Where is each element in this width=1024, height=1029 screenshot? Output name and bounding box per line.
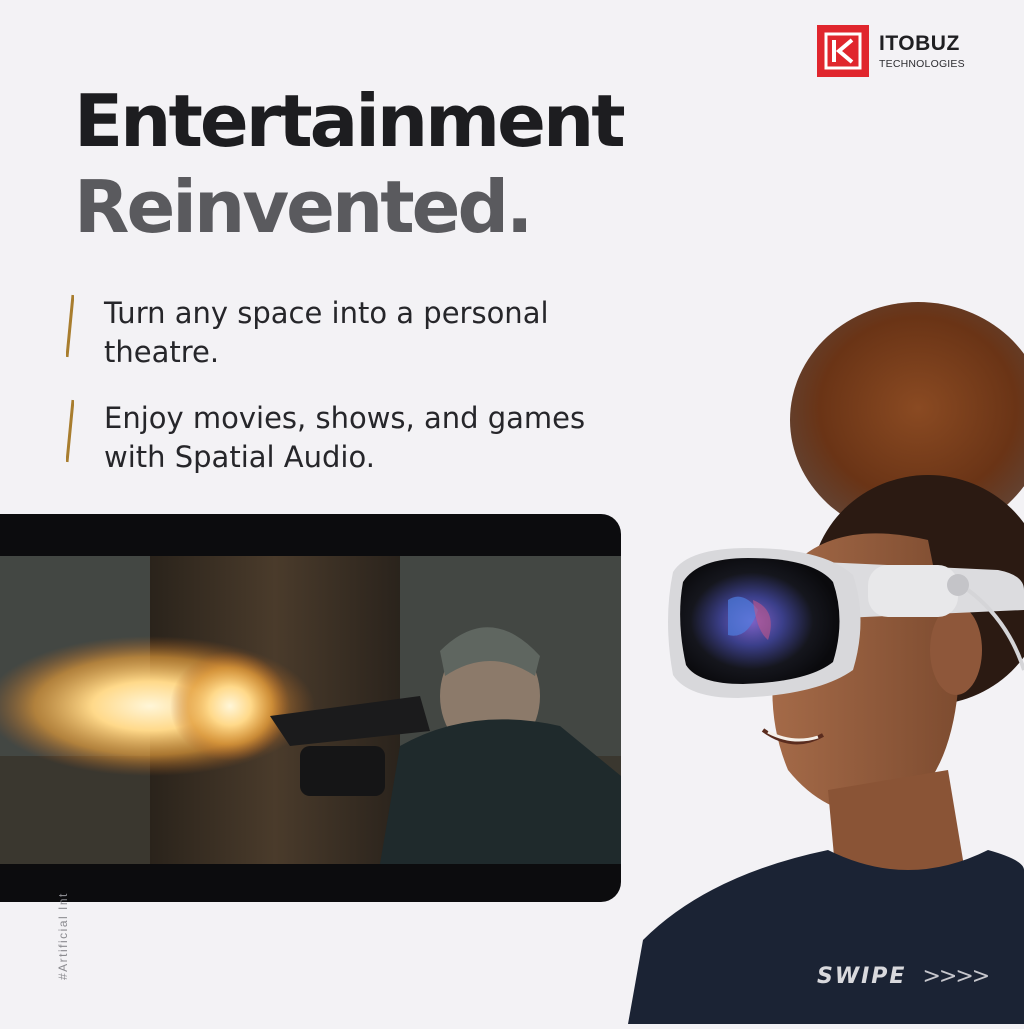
itobuz-logo-icon [817,25,869,77]
swipe-label: SWIPE [817,964,907,989]
video-frame [0,514,621,902]
feature-bullet-text: Enjoy movies, shows, and games with Spat… [104,401,586,474]
brand-subtitle: TECHNOLOGIES [879,57,965,70]
chevrons-right-icon: >>>> [922,964,990,989]
side-hashtag: #Artificial Int [56,892,70,980]
slash-icon [66,399,74,463]
swipe-prompt[interactable]: SWIPE >>>> [817,964,990,989]
feature-bullet-1: Turn any space into a personal theatre. [66,294,626,372]
movie-still-image [0,556,621,864]
slash-icon [66,294,74,358]
vision-headset-person-image [628,290,1024,1024]
brand-logo: ITOBUZ TECHNOLOGIES [817,25,965,77]
feature-bullet-text: Turn any space into a personal theatre. [104,296,549,369]
headline-line-1: Entertainment [74,79,626,163]
brand-name: ITOBUZ [879,31,960,55]
feature-bullet-2: Enjoy movies, shows, and games with Spat… [66,399,626,477]
page-title: Entertainment Reinvented. [74,78,626,250]
headline-line-2: Reinvented. [74,165,533,249]
